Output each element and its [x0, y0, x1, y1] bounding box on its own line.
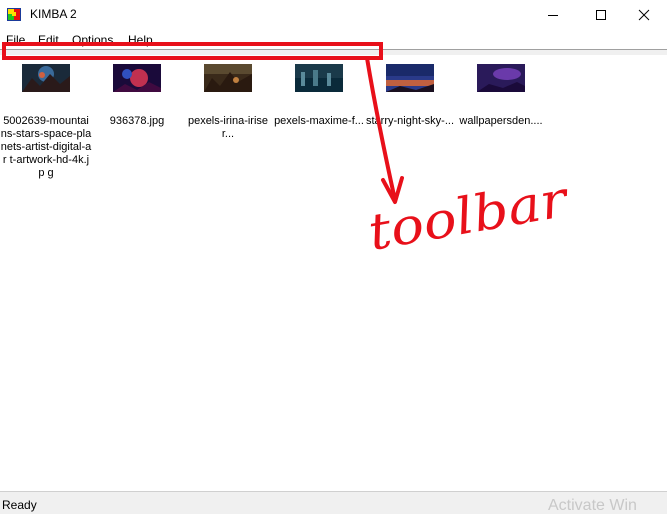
menu-edit[interactable]: Edit — [38, 33, 59, 47]
file-name: 5002639-mountai ns-stars-space-pla nets-… — [0, 115, 92, 179]
file-name: starry-night-sky-... — [365, 115, 454, 127]
close-button[interactable] — [621, 0, 667, 30]
file-name: pexels-maxime-f... — [274, 115, 364, 127]
file-name: 936378.jpg — [109, 115, 165, 127]
file-thumbnail — [113, 64, 161, 92]
file-thumbnail — [204, 64, 252, 92]
file-name: pexels-irina-iriser... — [187, 115, 269, 140]
maximize-button[interactable] — [578, 0, 624, 30]
close-icon — [638, 9, 650, 21]
activation-watermark: Activate Win — [548, 497, 637, 514]
file-thumbnail — [295, 64, 343, 92]
file-thumbnail — [477, 64, 525, 92]
status-text: Ready — [2, 498, 37, 512]
menu-options[interactable]: Options — [72, 33, 113, 47]
maximize-icon — [596, 10, 606, 20]
menu-help[interactable]: Help — [128, 33, 153, 47]
minimize-button[interactable] — [530, 0, 576, 30]
menu-bar: File Edit Options Help — [0, 31, 667, 49]
window-title: KIMBA 2 — [30, 7, 77, 21]
app-icon — [7, 8, 21, 21]
minimize-icon — [548, 15, 558, 16]
menu-file[interactable]: File — [6, 33, 25, 47]
title-bar[interactable]: KIMBA 2 — [0, 0, 667, 30]
file-thumbnail — [22, 64, 70, 92]
file-name: wallpapersden.... — [459, 115, 543, 127]
file-list-view[interactable]: 5002639-mountai ns-stars-space-pla nets-… — [0, 55, 667, 489]
file-thumbnail — [386, 64, 434, 92]
